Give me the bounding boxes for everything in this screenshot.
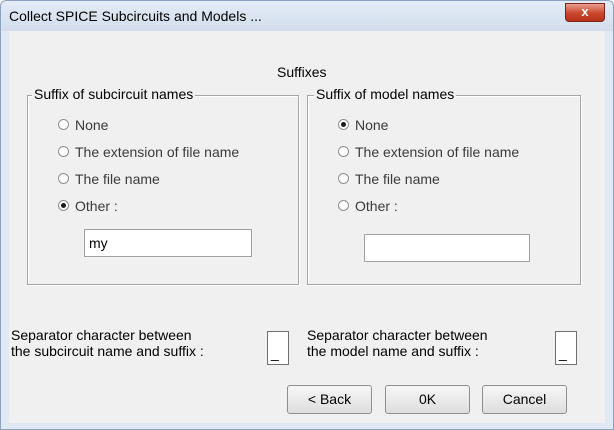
radio-button[interactable]	[58, 173, 69, 184]
radio-button[interactable]	[58, 146, 69, 157]
subcircuit-separator-label: Separator character between the subcircu…	[11, 327, 204, 359]
suffixes-heading: Suffixes	[277, 64, 327, 80]
model-group-label: Suffix of model names	[314, 86, 457, 102]
model-separator-line2: the model name and suffix :	[307, 343, 479, 359]
option-label: Other :	[75, 198, 118, 214]
ok-button[interactable]: 0K	[385, 385, 470, 414]
option-label: The file name	[355, 171, 440, 187]
radio-button[interactable]	[58, 119, 69, 130]
option-label: The extension of file name	[75, 144, 240, 160]
model-separator-input[interactable]: _	[555, 331, 577, 365]
window-title: Collect SPICE Subcircuits and Models ...	[9, 8, 262, 24]
close-button[interactable]: x	[565, 3, 605, 22]
title-bar[interactable]: Collect SPICE Subcircuits and Models ...…	[1, 1, 613, 31]
subcircuit-suffix-group: Suffix of subcircuit names None The exte…	[27, 86, 299, 285]
option-label: The extension of file name	[355, 144, 520, 160]
radio-button[interactable]	[338, 173, 349, 184]
subcircuit-other-input[interactable]: my	[84, 229, 252, 257]
dialog-body: Suffixes Suffix of subcircuit names None…	[9, 31, 605, 423]
dialog-window: Collect SPICE Subcircuits and Models ...…	[0, 0, 614, 430]
option-label: None	[355, 117, 389, 133]
option-label: Other :	[355, 198, 398, 214]
subcircuit-separator-line2: the subcircuit name and suffix :	[11, 343, 204, 359]
close-icon: x	[581, 4, 589, 19]
model-separator-label: Separator character between the model na…	[307, 327, 488, 359]
radio-button-selected[interactable]	[58, 200, 69, 211]
subcircuit-separator-line1: Separator character between	[11, 327, 192, 343]
model-suffix-group: Suffix of model names None The extension…	[307, 86, 581, 285]
model-other-input[interactable]	[364, 234, 530, 262]
selected-dot	[61, 203, 66, 208]
selected-dot	[341, 122, 346, 127]
radio-button[interactable]	[338, 146, 349, 157]
radio-button-selected[interactable]	[338, 119, 349, 130]
option-label: The file name	[75, 171, 160, 187]
cancel-button[interactable]: Cancel	[482, 385, 567, 414]
model-separator-line1: Separator character between	[307, 327, 488, 343]
radio-button[interactable]	[338, 200, 349, 211]
option-label: None	[75, 117, 109, 133]
subcircuit-separator-input[interactable]: _	[267, 331, 289, 365]
subcircuit-group-label: Suffix of subcircuit names	[32, 86, 196, 102]
back-button[interactable]: < Back	[287, 385, 372, 414]
